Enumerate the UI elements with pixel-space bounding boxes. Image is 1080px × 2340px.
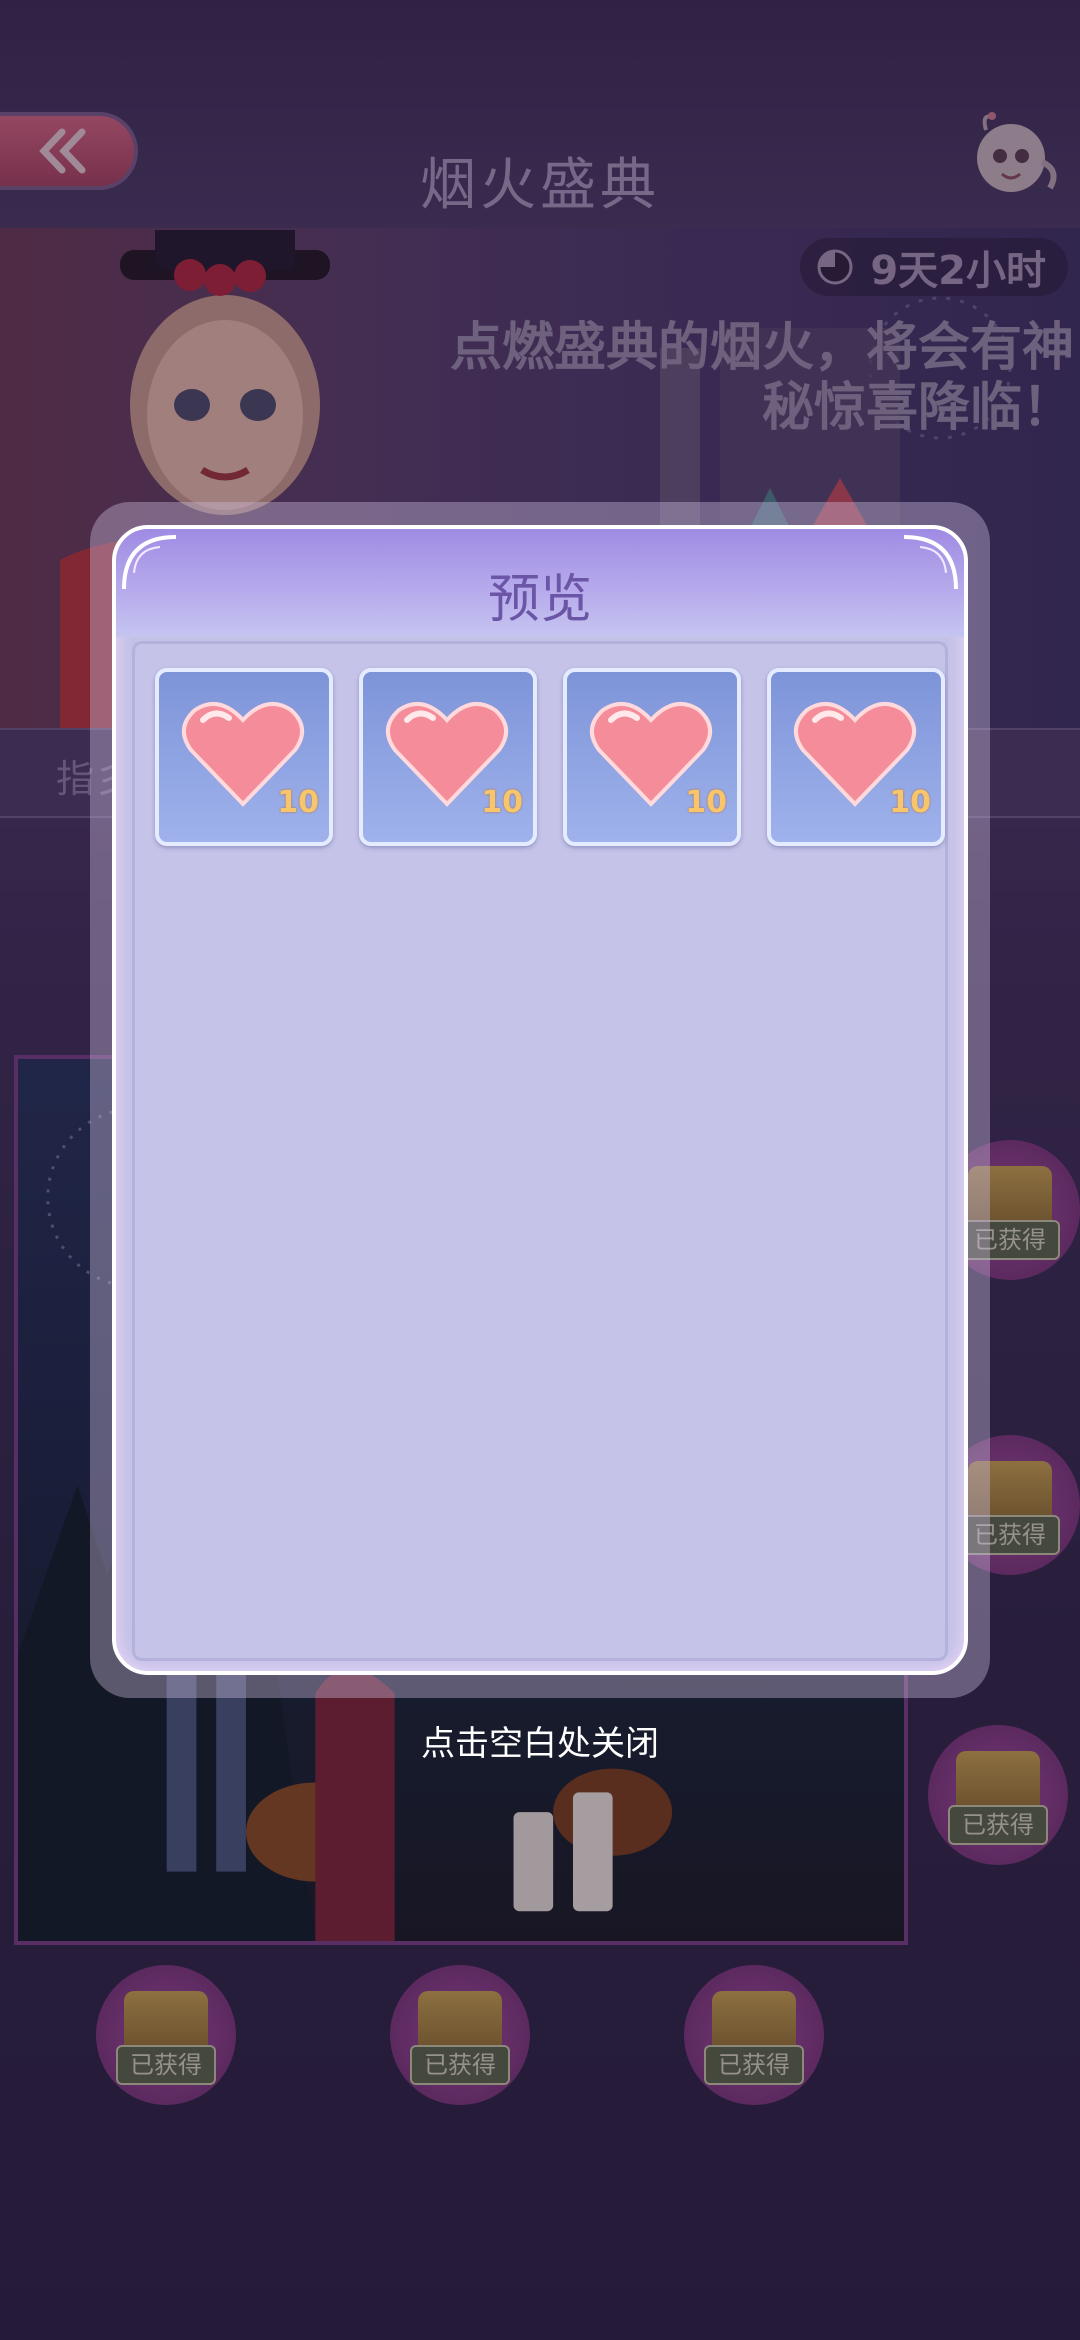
item-count: 10 [277,785,319,820]
item-count: 10 [481,785,523,820]
preview-item[interactable]: 10 [155,668,333,846]
corner-ornament-icon [122,535,177,590]
modal-body: 10 10 10 10 [132,641,948,1661]
preview-modal: 预览 10 10 10 10 [112,525,968,1675]
corner-ornament-icon [903,535,958,590]
preview-item[interactable]: 10 [767,668,945,846]
preview-item-grid: 10 10 10 10 [155,668,945,846]
item-count: 10 [685,785,727,820]
close-hint: 点击空白处关闭 [421,1724,659,1764]
item-count: 10 [889,785,931,820]
preview-item[interactable]: 10 [359,668,537,846]
modal-title: 预览 [487,570,592,630]
preview-item[interactable]: 10 [563,668,741,846]
modal-header: 预览 [116,529,964,637]
